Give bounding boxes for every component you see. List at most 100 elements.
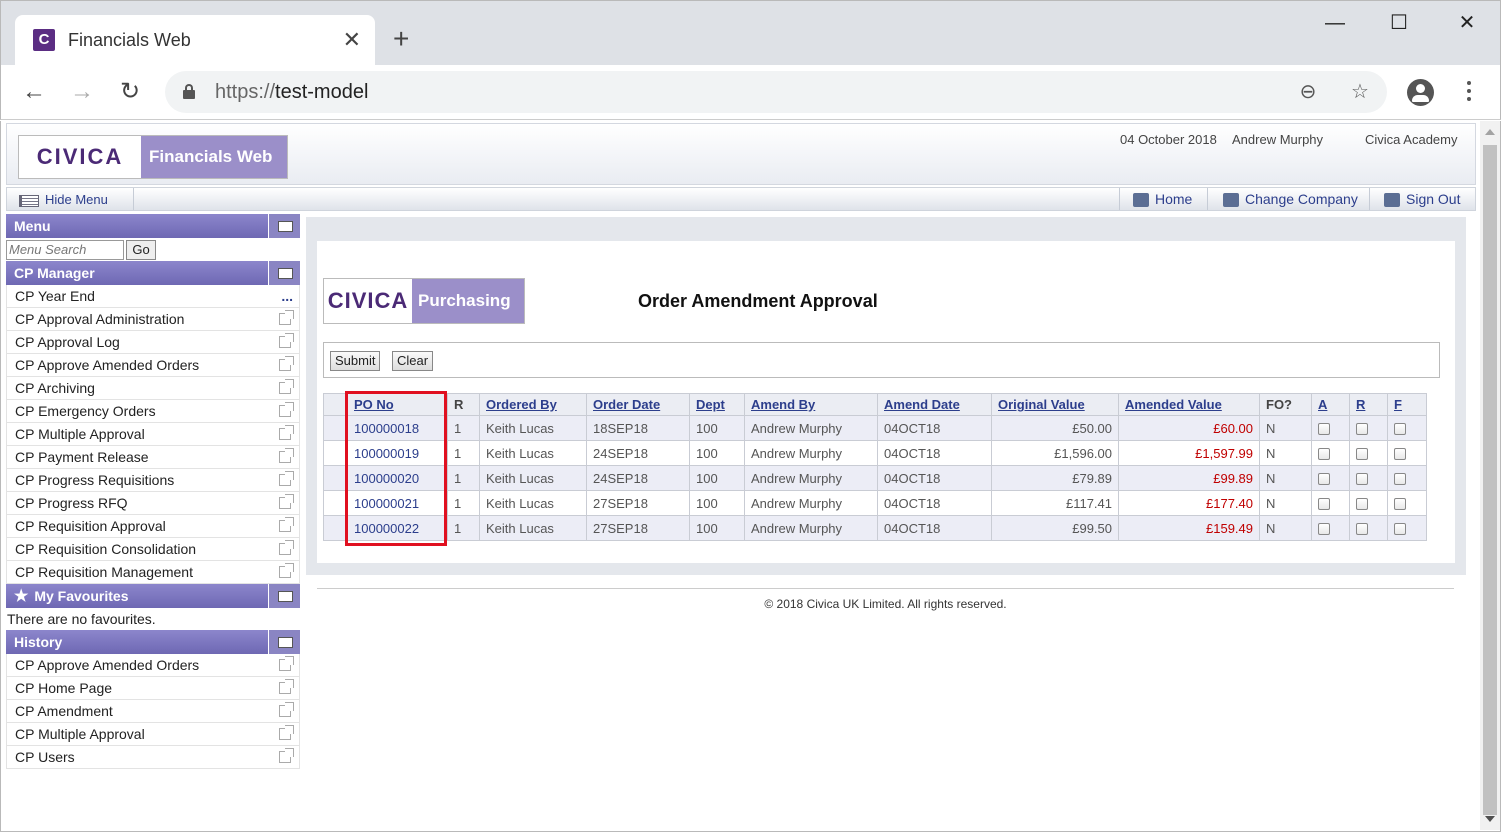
approve-checkbox[interactable] <box>1318 423 1330 436</box>
back-arrow-icon[interactable]: ← <box>19 77 49 107</box>
maximize-icon[interactable]: ☐ <box>1387 11 1411 35</box>
open-external-icon[interactable] <box>279 748 294 763</box>
sort-original-value-link[interactable]: Original Value <box>998 397 1085 412</box>
sort-amend-date-link[interactable]: Amend Date <box>884 397 960 412</box>
close-tab-icon[interactable]: ✕ <box>343 27 361 53</box>
more-options-icon[interactable]: ... <box>281 285 293 307</box>
select-all-forward-link[interactable]: F <box>1394 397 1402 412</box>
page-scrollbar[interactable] <box>1480 121 1500 830</box>
approve-checkbox[interactable] <box>1318 523 1330 536</box>
col-amend-by[interactable]: Amend By <box>744 393 878 416</box>
approve-checkbox[interactable] <box>1318 498 1330 511</box>
open-external-icon[interactable] <box>279 310 294 325</box>
col-order-date[interactable]: Order Date <box>586 393 690 416</box>
menu-item[interactable]: CP Archiving <box>6 377 300 400</box>
menu-item[interactable]: CP Progress Requisitions <box>6 469 300 492</box>
menu-item-cp-year-end[interactable]: CP Year End... <box>6 285 300 308</box>
forward-checkbox[interactable] <box>1394 448 1406 461</box>
forward-checkbox[interactable] <box>1394 498 1406 511</box>
history-item[interactable]: CP Multiple Approval <box>6 723 300 746</box>
open-external-icon[interactable] <box>279 517 294 532</box>
submit-button[interactable]: Submit <box>330 351 381 371</box>
po-number-link[interactable]: 100000020 <box>347 465 448 491</box>
profile-avatar-icon[interactable] <box>1407 79 1434 106</box>
open-external-icon[interactable] <box>279 425 294 440</box>
select-all-reject-link[interactable]: R <box>1356 397 1365 412</box>
reject-checkbox[interactable] <box>1356 473 1368 486</box>
menu-item[interactable]: CP Approval Log <box>6 331 300 354</box>
col-approve[interactable]: A <box>1311 393 1350 416</box>
history-item[interactable]: CP Amendment <box>6 700 300 723</box>
po-number-link[interactable]: 100000022 <box>347 515 448 541</box>
open-external-icon[interactable] <box>279 356 294 371</box>
close-window-icon[interactable]: ✕ <box>1455 11 1479 35</box>
menu-item[interactable]: CP Approve Amended Orders <box>6 354 300 377</box>
home-link[interactable]: Home <box>1133 191 1192 208</box>
open-external-icon[interactable] <box>279 702 294 717</box>
sort-ordered-by-link[interactable]: Ordered By <box>486 397 557 412</box>
sort-amended-value-link[interactable]: Amended Value <box>1125 397 1222 412</box>
menu-item[interactable]: CP Emergency Orders <box>6 400 300 423</box>
po-number-link[interactable]: 100000019 <box>347 440 448 466</box>
history-item[interactable]: CP Approve Amended Orders <box>6 654 300 677</box>
collapse-panel-icon[interactable] <box>268 630 300 654</box>
open-external-icon[interactable] <box>279 448 294 463</box>
col-ordered-by[interactable]: Ordered By <box>479 393 587 416</box>
forward-arrow-icon[interactable]: → <box>67 77 97 107</box>
scrollbar-thumb[interactable] <box>1483 145 1497 815</box>
open-external-icon[interactable] <box>279 679 294 694</box>
collapse-panel-icon[interactable] <box>268 584 300 608</box>
expand-panel-icon[interactable] <box>268 261 300 285</box>
open-external-icon[interactable] <box>279 471 294 486</box>
bookmark-star-icon[interactable]: ☆ <box>1347 79 1373 105</box>
sort-dept-link[interactable]: Dept <box>696 397 725 412</box>
browser-menu-icon[interactable] <box>1463 79 1475 105</box>
sign-out-link[interactable]: Sign Out <box>1384 191 1460 208</box>
col-po-no[interactable]: PO No <box>347 393 448 416</box>
menu-item[interactable]: CP Approval Administration <box>6 308 300 331</box>
menu-search-go-button[interactable]: Go <box>126 239 156 260</box>
new-tab-icon[interactable]: + <box>393 25 409 53</box>
address-bar[interactable]: https://test-model ⊖ ☆ <box>165 71 1387 113</box>
approve-checkbox[interactable] <box>1318 473 1330 486</box>
history-item[interactable]: CP Home Page <box>6 677 300 700</box>
browser-tab[interactable]: C Financials Web ✕ <box>15 15 375 66</box>
col-reject[interactable]: R <box>1349 393 1388 416</box>
reject-checkbox[interactable] <box>1356 498 1368 511</box>
open-external-icon[interactable] <box>279 402 294 417</box>
forward-checkbox[interactable] <box>1394 423 1406 436</box>
zoom-out-icon[interactable]: ⊖ <box>1295 79 1321 105</box>
url-text[interactable]: https://test-model <box>215 81 368 104</box>
col-amended-value[interactable]: Amended Value <box>1118 393 1260 416</box>
clear-button[interactable]: Clear <box>392 351 434 371</box>
reject-checkbox[interactable] <box>1356 423 1368 436</box>
po-number-link[interactable]: 100000021 <box>347 490 448 516</box>
menu-item[interactable]: CP Payment Release <box>6 446 300 469</box>
change-company-link[interactable]: Change Company <box>1223 191 1358 208</box>
reload-icon[interactable]: ↻ <box>115 77 145 107</box>
col-dept[interactable]: Dept <box>689 393 745 416</box>
menu-item[interactable]: CP Progress RFQ <box>6 492 300 515</box>
open-external-icon[interactable] <box>279 333 294 348</box>
scroll-down-arrow-icon[interactable] <box>1485 816 1495 822</box>
open-external-icon[interactable] <box>279 379 294 394</box>
approve-checkbox[interactable] <box>1318 448 1330 461</box>
select-all-approve-link[interactable]: A <box>1318 397 1327 412</box>
hide-menu-link[interactable]: Hide Menu <box>19 192 108 207</box>
reject-checkbox[interactable] <box>1356 523 1368 536</box>
forward-checkbox[interactable] <box>1394 473 1406 486</box>
col-original-value[interactable]: Original Value <box>991 393 1119 416</box>
history-item[interactable]: CP Users <box>6 746 300 769</box>
reject-checkbox[interactable] <box>1356 448 1368 461</box>
minimize-icon[interactable]: — <box>1323 11 1347 35</box>
open-external-icon[interactable] <box>279 725 294 740</box>
scroll-up-arrow-icon[interactable] <box>1485 129 1495 135</box>
open-external-icon[interactable] <box>279 494 294 509</box>
menu-item[interactable]: CP Requisition Management <box>6 561 300 584</box>
menu-item[interactable]: CP Requisition Approval <box>6 515 300 538</box>
forward-checkbox[interactable] <box>1394 523 1406 536</box>
sort-po-no-link[interactable]: PO No <box>354 397 394 412</box>
menu-item[interactable]: CP Multiple Approval <box>6 423 300 446</box>
open-external-icon[interactable] <box>279 563 294 578</box>
menu-item[interactable]: CP Requisition Consolidation <box>6 538 300 561</box>
